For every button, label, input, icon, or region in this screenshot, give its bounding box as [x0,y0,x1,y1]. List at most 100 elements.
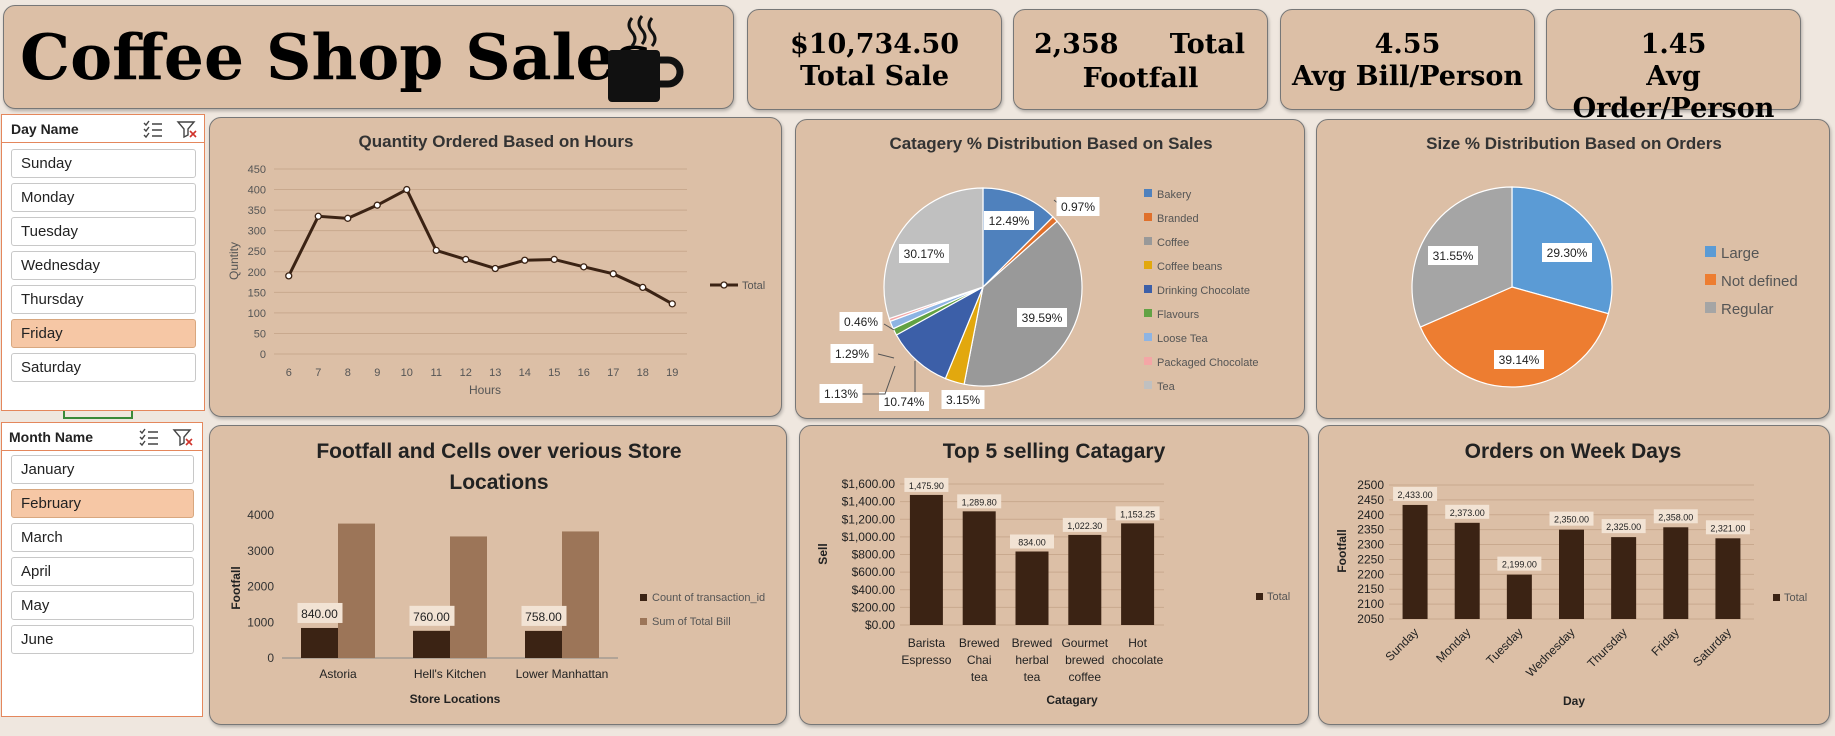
legend-swatch [1144,237,1152,245]
data-label: 0.97% [1061,200,1095,214]
title-panel: Coffee Shop Sales [3,5,734,109]
clear-filter-icon[interactable] [176,119,198,139]
x-tick-label: Chai [967,653,992,667]
x-tick-label: Friday [1648,625,1681,658]
x-tick-label: 6 [286,367,292,379]
legend-label: Regular [1721,301,1774,318]
data-label: 1,153.25 [1120,509,1155,519]
y-tick-label: 0 [260,349,266,361]
data-point [285,272,293,280]
x-tick-label: Lower Manhattan [516,667,609,681]
slicer-item-tuesday[interactable]: Tuesday [11,217,196,246]
data-point [580,263,588,271]
category-distribution-chart-panel: Catagery % Distribution Based on Sales 12… [795,119,1305,419]
x-tick-label: chocolate [1112,653,1164,667]
x-axis-label: Hours [469,383,501,397]
x-tick-label: brewed [1065,653,1104,667]
legend-swatch [1144,381,1152,389]
data-label: 12.49% [989,214,1030,228]
slicer-item-sunday[interactable]: Sunday [11,149,196,178]
data-label: 2,199.00 [1502,560,1537,570]
slicer-item-april[interactable]: April [11,557,194,586]
top-categories-chart-panel: Top 5 selling Catagary $0.00 $200.00 $400.0… [799,425,1309,725]
legend-swatch [1256,593,1263,600]
kpi-footfall-value: 2,358 [1034,29,1119,60]
legend-label: Large [1721,245,1759,262]
multi-select-icon[interactable] [142,119,164,139]
slicer-item-january[interactable]: January [11,455,194,484]
y-axis-label: Quntity [227,242,241,280]
y-tick-label: $600.00 [852,565,896,579]
legend-swatch [1144,261,1152,269]
legend-label: Not defined [1721,273,1798,290]
slicer-item-june[interactable]: June [11,625,194,654]
y-tick-label: 300 [248,226,266,238]
legend-label: Drinking Chocolate [1157,285,1250,297]
chart-title: Footfall and Cells over verious Store [316,440,681,463]
y-tick-label: $0.00 [865,618,895,632]
x-tick-label: Brewed [959,636,1000,650]
kpi-avg-bill-value: 4.55 [1374,29,1441,60]
data-label: 1.13% [824,387,858,401]
x-tick-label: herbal [1015,653,1048,667]
leader-line [861,365,896,395]
data-label: 39.59% [1022,311,1063,325]
size-distribution-chart-panel: Size % Distribution Based on Orders 29.30… [1316,119,1830,419]
bar-sum-total-bill [562,531,599,658]
slicer-item-wednesday[interactable]: Wednesday [11,251,196,280]
x-tick-label: 12 [460,367,472,379]
data-label: 2,373.00 [1450,508,1485,518]
x-tick-label: 19 [666,367,678,379]
store-locations-bar-chart: Footfall and Cells over verious Store Loc… [229,440,765,706]
hourly-quantity-chart-panel: Quantity Ordered Based on Hours 0 50 100 150… [209,117,782,417]
data-label: 3.15% [946,393,980,407]
store-locations-chart-panel: Footfall and Cells over verious Store Loc… [209,425,787,725]
slicer-item-monday[interactable]: Monday [11,183,196,212]
slicer-item-may[interactable]: May [11,591,194,620]
bar-sum-total-bill [338,523,375,658]
chart-title: Orders on Week Days [1465,440,1682,463]
x-axis-label: Store Locations [410,692,501,706]
clear-filter-icon[interactable] [172,427,194,447]
dashboard-title: Coffee Shop Sales [20,20,652,94]
x-tick-label: Monday [1433,625,1473,665]
chart-title: Top 5 selling Catagary [943,440,1166,463]
multi-select-icon[interactable] [138,427,160,447]
bar-saturday [1715,538,1741,619]
leader-line [877,353,895,359]
data-label: 2,433.00 [1398,490,1433,500]
y-tick-label: 150 [248,287,266,299]
data-label: 2,358.00 [1658,512,1693,522]
weekday-orders-chart-panel: Orders on Week Days 2050 2100 2150 2200 2250 2… [1318,425,1830,725]
legend-label: Branded [1157,213,1199,225]
data-point [344,214,352,222]
legend-label: Loose Tea [1157,333,1208,345]
bar-tuesday [1506,574,1532,619]
data-label: 31.55% [1433,249,1474,263]
slicer-item-thursday[interactable]: Thursday [11,285,196,314]
bar-barista-espresso [909,494,943,625]
x-tick-label: tea [971,670,988,684]
legend-swatch [1144,357,1152,365]
data-label: 30.17% [904,247,945,261]
line-series-total [287,187,673,306]
data-point [491,264,499,273]
legend-label: Total [742,280,765,292]
legend-label: Bakery [1157,189,1192,201]
slicer-item-saturday[interactable]: Saturday [11,353,196,382]
legend-swatch [1705,302,1716,313]
kpi-footfall-label-bottom: Footfall [1082,63,1199,94]
data-label: 840.00 [301,607,338,621]
data-point [403,185,411,194]
y-tick-label: 0 [267,651,274,665]
y-tick-label: 2300 [1357,538,1384,552]
data-label: 1.29% [835,347,869,361]
x-tick-label: Barista [908,636,946,650]
legend-swatch [1144,309,1152,317]
slicer-item-march[interactable]: March [11,523,194,552]
y-tick-label: $1,000.00 [842,530,896,544]
slicer-item-friday[interactable]: Friday [11,319,196,348]
y-tick-label: 2250 [1357,552,1384,566]
y-tick-label: 2050 [1357,612,1384,626]
slicer-item-february[interactable]: February [11,489,194,518]
